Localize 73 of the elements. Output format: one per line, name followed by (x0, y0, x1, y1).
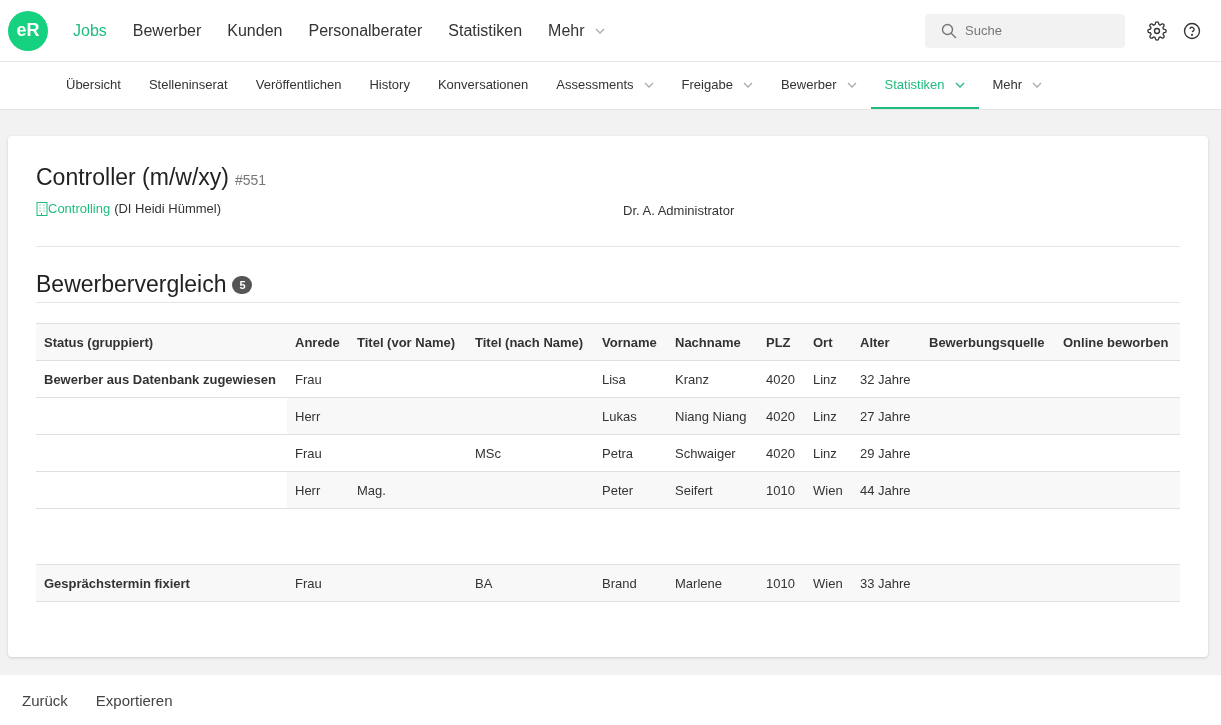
group-status: Gesprächstermin fixiert (36, 564, 287, 602)
table-cell: 4020 (758, 397, 805, 435)
table-cell: Marlene (667, 564, 758, 602)
table-cell: Linz (805, 397, 852, 435)
table-cell: Lukas (594, 397, 667, 435)
count-badge: 5 (232, 275, 253, 294)
nav-link[interactable]: Statistiken (435, 21, 536, 40)
footer-button[interactable]: Exportieren (81, 685, 187, 715)
table-cell: Brand (594, 564, 667, 602)
column-header: Nachname (667, 323, 758, 361)
column-header: Alter (852, 323, 921, 361)
tab[interactable]: Assessments (542, 62, 668, 109)
building-icon (36, 201, 48, 216)
column-header: Bewerbungsquelle (921, 323, 1055, 361)
table-cell: Wien (805, 471, 852, 509)
group-status: Bewerber aus Datenbank zugewiesen (36, 360, 287, 398)
owner-name: Dr. A. Administrator (623, 203, 736, 218)
table-cell: Linz (805, 434, 852, 472)
settings-icon[interactable] (1147, 20, 1167, 41)
table-cell: 27 Jahre (852, 397, 921, 435)
table-cell: Seifert (667, 471, 758, 509)
table-cell: Petra (594, 434, 667, 472)
column-header: Titel (vor Name) (349, 323, 467, 361)
table-cell: 1010 (758, 471, 805, 509)
table-cell: 4020 (758, 360, 805, 398)
table-cell: 44 Jahre (852, 471, 921, 509)
section-title: Bewerbervergleich (36, 271, 227, 298)
table-cell: Schwaiger (667, 434, 758, 472)
table-cell: Wien (805, 564, 852, 602)
tab[interactable]: Stelleninserat (134, 62, 242, 109)
column-header: Titel (nach Name) (467, 323, 594, 361)
table-cell: 33 Jahre (852, 564, 921, 602)
table-cell: BA (467, 564, 594, 602)
table-cell: Herr (287, 471, 349, 509)
table-cell: 32 Jahre (852, 360, 921, 398)
table-cell: Peter (594, 471, 667, 509)
table-cell: 29 Jahre (852, 434, 921, 472)
column-header: Anrede (287, 323, 349, 361)
nav-link[interactable]: Bewerber (119, 21, 215, 40)
table-cell: Niang Niang (667, 397, 758, 435)
column-header: Vorname (594, 323, 667, 361)
footer-button[interactable]: Zurück (8, 685, 82, 715)
tab[interactable]: Bewerber (766, 62, 871, 109)
table-cell: 4020 (758, 434, 805, 472)
contact-person: (DI Heidi Hümmel) (114, 201, 222, 216)
search-icon (941, 22, 957, 39)
search-field[interactable]: Suche (925, 13, 1125, 48)
nav-link[interactable]: Personalberater (295, 21, 436, 40)
help-icon[interactable] (1183, 21, 1201, 40)
tab[interactable]: Mehr (978, 62, 1057, 109)
nav-link[interactable]: Mehr (535, 21, 618, 40)
job-title: Controller (m/w/xy) (36, 164, 229, 191)
job-number: #551 (234, 172, 267, 188)
tab[interactable]: Übersicht (52, 62, 135, 109)
column-header: Online beworben (1055, 323, 1180, 361)
table-cell: 1010 (758, 564, 805, 602)
table-cell: Frau (287, 564, 349, 602)
column-header: Ort (805, 323, 852, 361)
nav-link[interactable]: Kunden (214, 21, 296, 40)
table-cell: Lisa (594, 360, 667, 398)
table-cell: Herr (287, 397, 349, 435)
tab[interactable]: History (355, 62, 424, 109)
table-cell: Frau (287, 360, 349, 398)
table-cell: Mag. (349, 471, 467, 509)
table-cell: Kranz (667, 360, 758, 398)
column-header: Status (gruppiert) (36, 323, 287, 361)
table-cell: Linz (805, 360, 852, 398)
column-header: PLZ (758, 323, 805, 361)
table-cell: MSc (467, 434, 594, 472)
tab[interactable]: Veröffentlichen (241, 62, 356, 109)
tab[interactable]: Konversationen (423, 62, 543, 109)
table-cell: Frau (287, 434, 349, 472)
tab[interactable]: Freigabe (667, 62, 767, 109)
